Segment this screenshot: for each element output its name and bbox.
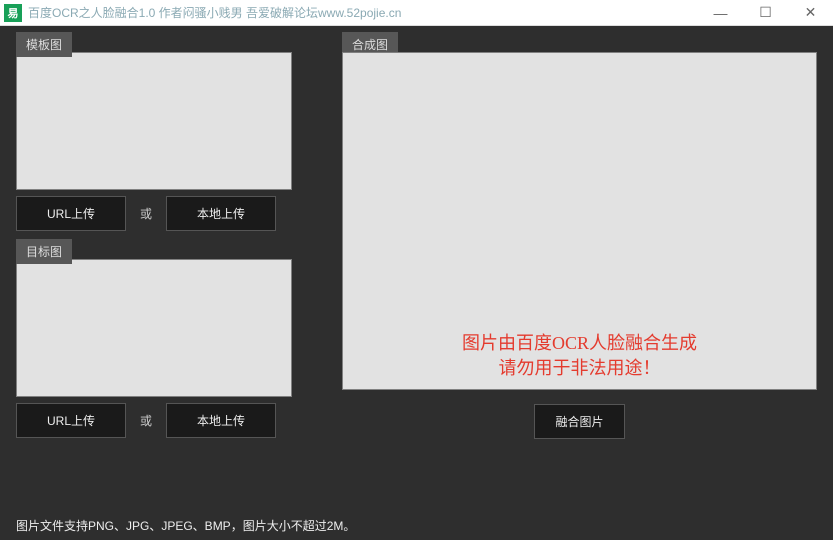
window-title: 百度OCR之人脸融合1.0 作者闷骚小贱男 吾爱破解论坛www.52pojie.… xyxy=(28,4,698,21)
app-body: 模板图 URL上传 或 本地上传 目标图 URL上传 或 本地上传 合成图 xyxy=(0,26,833,540)
or-separator: 或 xyxy=(140,205,152,222)
watermark-text: 图片由百度OCR人脸融合生成 请勿用于非法用途！ xyxy=(343,331,816,381)
template-url-upload-button[interactable]: URL上传 xyxy=(16,196,126,231)
template-image-box[interactable] xyxy=(16,52,292,190)
maximize-button[interactable]: ☐ xyxy=(743,0,788,25)
template-local-upload-button[interactable]: 本地上传 xyxy=(166,196,276,231)
target-local-upload-button[interactable]: 本地上传 xyxy=(166,403,276,438)
target-image-box[interactable] xyxy=(16,259,292,397)
template-panel-label: 模板图 xyxy=(16,32,72,57)
minimize-button[interactable]: — xyxy=(698,0,743,25)
or-separator: 或 xyxy=(140,412,152,429)
target-panel: 目标图 xyxy=(16,259,292,397)
target-panel-label: 目标图 xyxy=(16,239,72,264)
fuse-button[interactable]: 融合图片 xyxy=(534,404,624,439)
close-button[interactable]: ✕ xyxy=(788,0,833,25)
result-panel: 合成图 图片由百度OCR人脸融合生成 请勿用于非法用途！ xyxy=(342,52,817,390)
fuse-button-row: 融合图片 xyxy=(342,404,817,439)
template-button-row: URL上传 或 本地上传 xyxy=(16,196,292,231)
footer-note: 图片文件支持PNG、JPG、JPEG、BMP，图片大小不超过2M。 xyxy=(16,517,355,534)
target-button-row: URL上传 或 本地上传 xyxy=(16,403,292,438)
window-controls: — ☐ ✕ xyxy=(698,0,833,25)
template-panel: 模板图 xyxy=(16,52,292,190)
watermark-line1: 图片由百度OCR人脸融合生成 xyxy=(343,331,816,356)
result-image-box: 图片由百度OCR人脸融合生成 请勿用于非法用途！ xyxy=(342,52,817,390)
app-icon: 易 xyxy=(4,4,22,22)
right-column: 合成图 图片由百度OCR人脸融合生成 请勿用于非法用途！ 融合图片 xyxy=(342,52,817,439)
target-url-upload-button[interactable]: URL上传 xyxy=(16,403,126,438)
left-column: 模板图 URL上传 或 本地上传 目标图 URL上传 或 本地上传 xyxy=(16,52,292,439)
watermark-line2: 请勿用于非法用途！ xyxy=(343,356,816,381)
titlebar: 易 百度OCR之人脸融合1.0 作者闷骚小贱男 吾爱破解论坛www.52poji… xyxy=(0,0,833,26)
